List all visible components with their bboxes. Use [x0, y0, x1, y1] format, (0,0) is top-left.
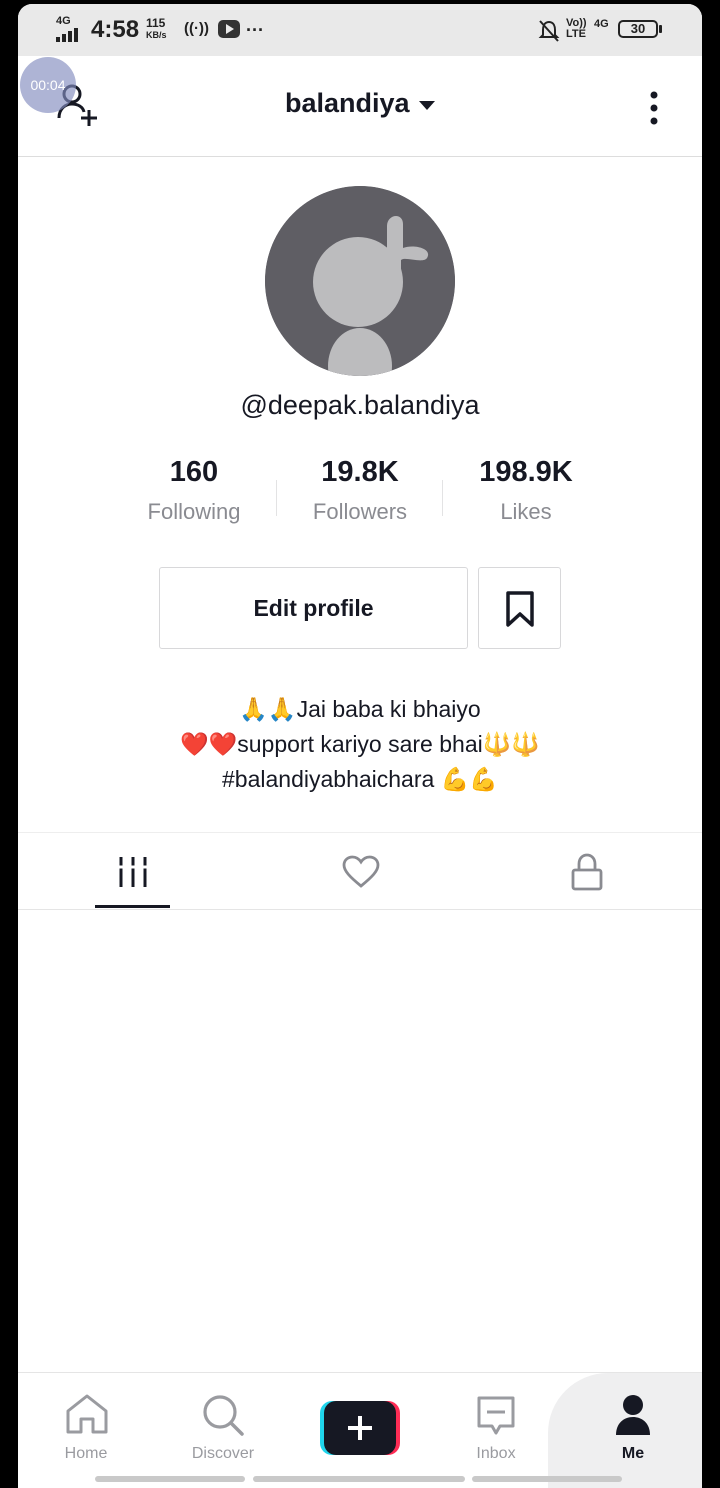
- lock-icon: [571, 853, 603, 891]
- nav-home-label: Home: [64, 1445, 108, 1462]
- network-type-2: 4G: [594, 18, 609, 30]
- default-avatar-icon: [265, 186, 455, 376]
- stat-followers[interactable]: 19.8K Followers: [280, 456, 440, 525]
- volte-indicator: Vo)) LTE: [566, 17, 587, 40]
- avatar[interactable]: [265, 186, 455, 376]
- gesture-bar-segment: [95, 1476, 245, 1482]
- stat-divider: [276, 480, 277, 516]
- nav-inbox[interactable]: Inbox: [436, 1373, 556, 1473]
- screen: 4G 4:58 115 KB/s ((·)) ··· Vo)) LTE 4G 3…: [18, 4, 702, 1488]
- plus-icon: [320, 1401, 400, 1455]
- hotspot-icon: ((·)): [184, 20, 209, 37]
- mute-bell-icon: [538, 20, 560, 42]
- content-tabs: [18, 832, 702, 910]
- stat-likes[interactable]: 198.9K Likes: [446, 456, 606, 525]
- nav-discover-label: Discover: [191, 1445, 255, 1462]
- screen-recording-timer[interactable]: 00:04: [20, 57, 76, 113]
- net-speed-unit: KB/s: [146, 30, 167, 40]
- stat-following[interactable]: 160 Following: [114, 456, 274, 525]
- more-options-icon[interactable]: [646, 90, 662, 128]
- followers-count: 19.8K: [321, 456, 399, 488]
- bio-line-2: ❤️❤️support kariyo sare bhai🔱🔱: [179, 731, 540, 757]
- tab-videos[interactable]: [75, 833, 190, 909]
- followers-label: Followers: [312, 499, 408, 524]
- favorites-button[interactable]: [478, 567, 561, 649]
- likes-label: Likes: [500, 499, 552, 524]
- bottom-navigation: Home Discover Inbox Me: [18, 1372, 702, 1488]
- battery-tip: [659, 25, 662, 33]
- network-type: 4G: [56, 15, 71, 27]
- nav-me[interactable]: Me: [573, 1373, 693, 1473]
- tab-private[interactable]: [530, 833, 645, 909]
- person-icon: [616, 1395, 650, 1435]
- nav-me-label: Me: [621, 1445, 645, 1462]
- bio-line-1: 🙏🙏Jai baba ki bhaiyo: [239, 696, 481, 722]
- heart-icon: [342, 855, 380, 888]
- inbox-icon: [477, 1396, 515, 1435]
- likes-count: 198.9K: [479, 456, 573, 488]
- following-label: Following: [147, 499, 241, 524]
- status-bar: 4G 4:58 115 KB/s ((·)) ··· Vo)) LTE 4G 3…: [18, 4, 702, 56]
- home-icon: [66, 1394, 108, 1434]
- gesture-bar-segment: [472, 1476, 622, 1482]
- caret-down-icon: [419, 100, 436, 110]
- nav-inbox-label: Inbox: [476, 1445, 516, 1462]
- battery-icon: 30: [618, 20, 658, 38]
- gesture-bar-segment: [253, 1476, 465, 1482]
- active-tab-indicator: [95, 905, 170, 908]
- more-notifications: ···: [246, 20, 264, 40]
- clock: 4:58: [91, 16, 140, 43]
- bookmark-icon: [506, 591, 534, 627]
- account-name: balandiya: [284, 88, 410, 118]
- search-icon: [203, 1395, 244, 1436]
- net-speed-value: 115: [146, 16, 166, 30]
- nav-discover[interactable]: Discover: [163, 1373, 283, 1473]
- videos-grid-icon: [118, 857, 148, 887]
- stat-divider: [442, 480, 443, 516]
- youtube-icon: [218, 20, 240, 38]
- username: @deepak.balandiya: [240, 390, 480, 420]
- nav-home[interactable]: Home: [26, 1373, 146, 1473]
- tab-liked[interactable]: [302, 833, 417, 909]
- bio-line-3: #balandiyabhaichara 💪💪: [222, 766, 498, 792]
- create-video-button[interactable]: [320, 1401, 400, 1455]
- signal-icon: [56, 28, 78, 42]
- profile-header: balandiya: [18, 56, 702, 157]
- account-switcher[interactable]: balandiya: [18, 88, 702, 119]
- following-count: 160: [169, 456, 219, 488]
- edit-profile-button[interactable]: Edit profile: [159, 567, 468, 649]
